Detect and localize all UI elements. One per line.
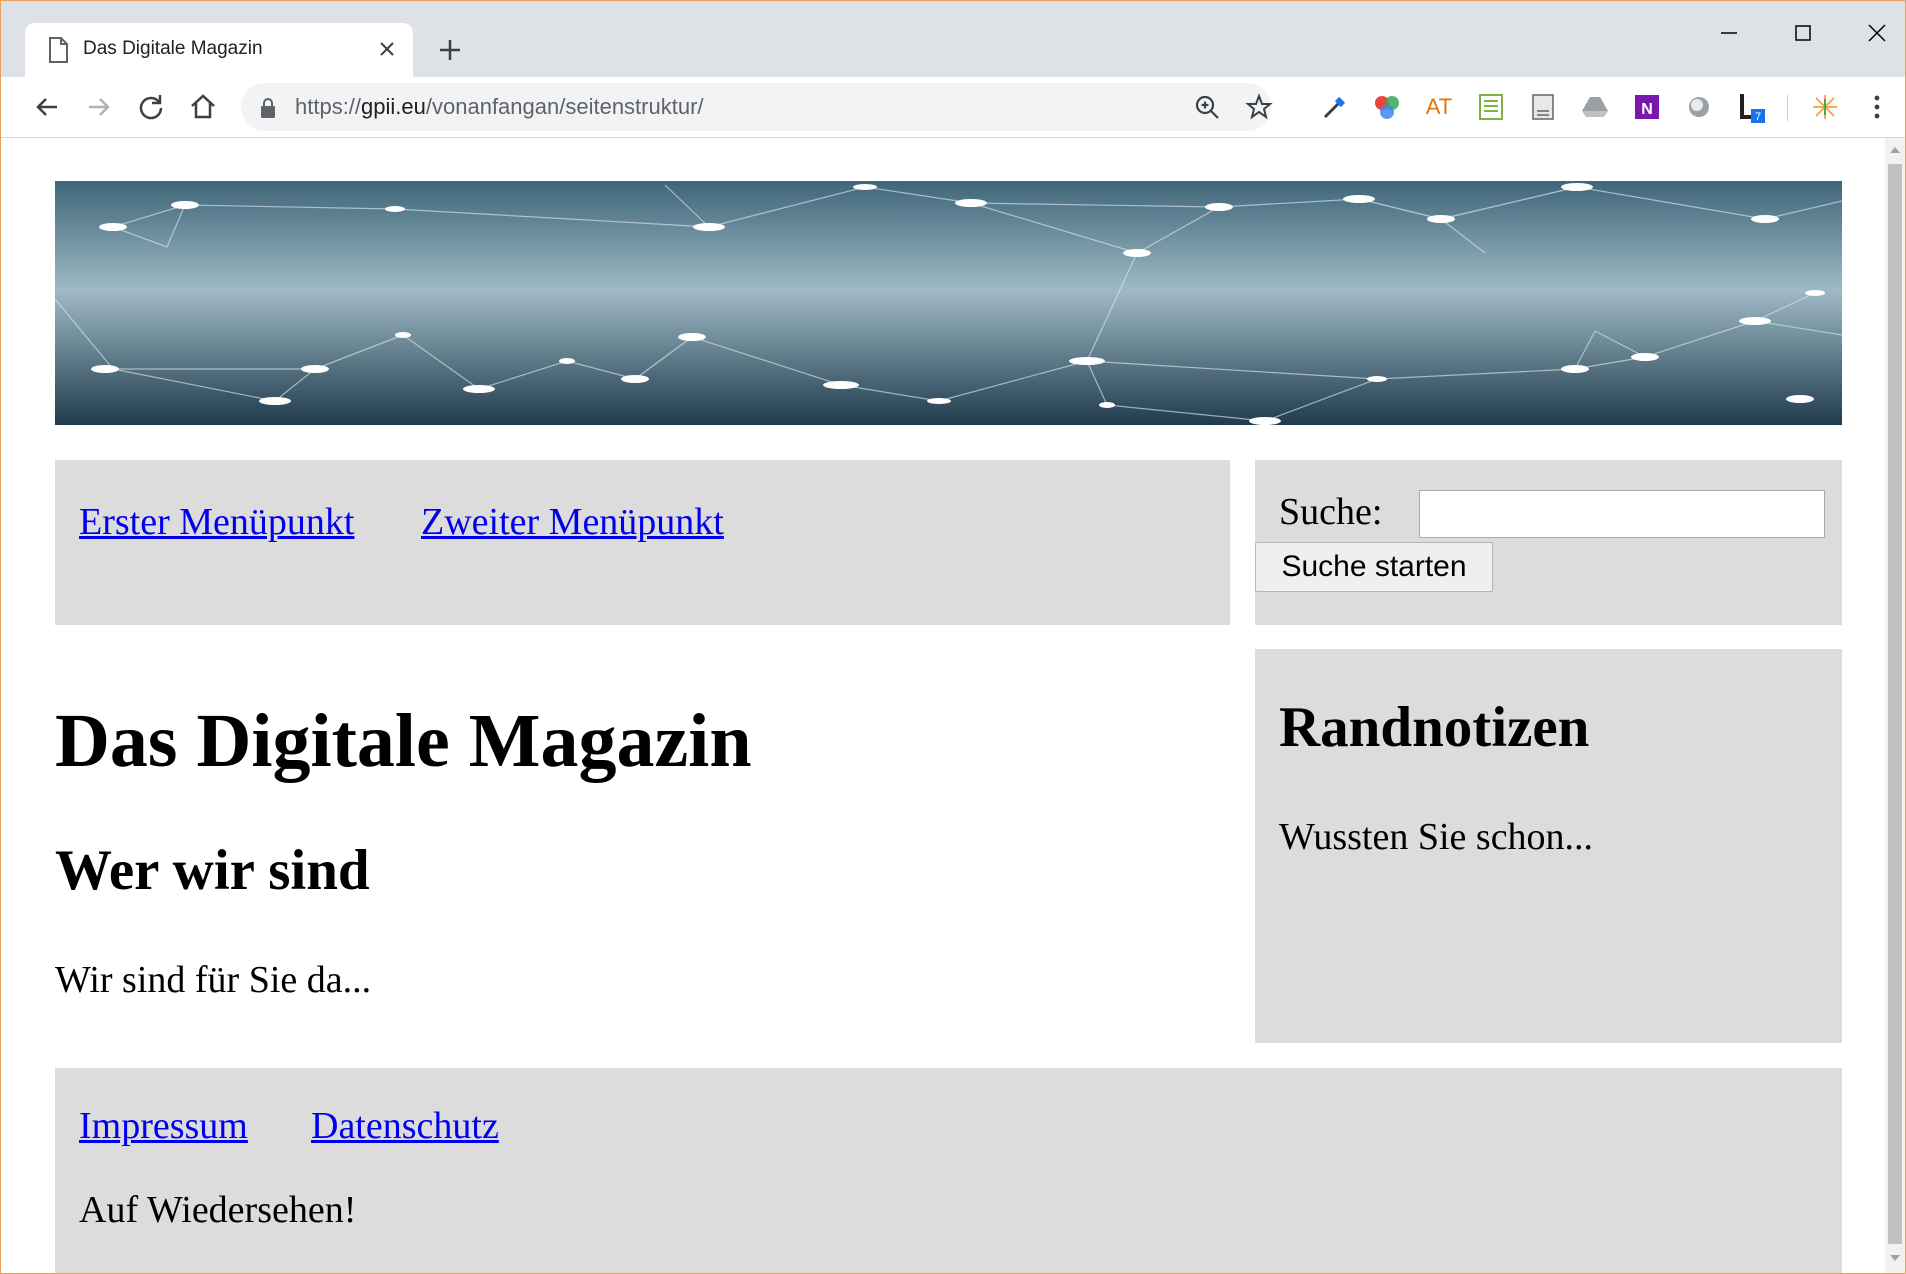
forward-icon[interactable]: [83, 91, 115, 123]
plus-icon[interactable]: [435, 35, 465, 65]
nav-link-erster-menuepunkt[interactable]: Erster Menüpunkt: [79, 500, 354, 544]
close-window-icon[interactable]: [1857, 15, 1897, 51]
minimize-icon[interactable]: [1709, 15, 1749, 51]
footer-link-datenschutz[interactable]: Datenschutz: [311, 1104, 499, 1148]
main-navigation: Erster Menüpunkt Zweiter Menüpunkt: [55, 460, 1230, 625]
document-icon: [49, 37, 68, 63]
header-banner: [55, 181, 1842, 425]
search-button[interactable]: Suche starten: [1255, 542, 1493, 592]
back-icon[interactable]: [31, 91, 63, 123]
circle-icon[interactable]: [1683, 91, 1715, 123]
page-viewport: Erster Menüpunkt Zweiter Menüpunkt Suche…: [1, 138, 1885, 1273]
scrollbar-thumb[interactable]: [1888, 164, 1902, 1244]
tab-title: Das Digitale Magazin: [83, 38, 263, 59]
more-menu-icon[interactable]: [1861, 91, 1893, 123]
lighthouse-icon[interactable]: 7: [1735, 91, 1767, 123]
url-text[interactable]: https://gpii.eu/vonanfangan/seitenstrukt…: [295, 94, 704, 120]
vertical-scrollbar[interactable]: [1885, 138, 1905, 1273]
drive-icon[interactable]: [1579, 91, 1611, 123]
search-input[interactable]: [1419, 490, 1825, 538]
lock-icon[interactable]: [259, 97, 277, 119]
tab-strip: Das Digitale Magazin: [1, 1, 1905, 77]
close-icon[interactable]: [375, 37, 399, 61]
section-heading: Wer wir sind: [55, 839, 370, 902]
footer-link-impressum[interactable]: Impressum: [79, 1104, 248, 1148]
address-bar[interactable]: https://gpii.eu/vonanfangan/seitenstrukt…: [241, 83, 1273, 131]
sidebar-notes: Randnotizen Wussten Sie schon...: [1255, 649, 1842, 1043]
section-text: Wir sind für Sie da...: [55, 959, 372, 1001]
sparkle-icon[interactable]: [1809, 91, 1841, 123]
maximize-icon[interactable]: [1783, 15, 1823, 51]
onenote-icon[interactable]: N: [1631, 91, 1663, 123]
color-wheel-icon[interactable]: [1371, 91, 1403, 123]
spreadsheet-icon[interactable]: [1475, 91, 1507, 123]
browser-toolbar: https://gpii.eu/vonanfangan/seitenstrukt…: [1, 77, 1905, 138]
nav-link-zweiter-menuepunkt[interactable]: Zweiter Menüpunkt: [421, 500, 724, 544]
reload-icon[interactable]: [135, 91, 167, 123]
footer-text: Auf Wiedersehen!: [79, 1189, 357, 1231]
search-box: Suche: Suche starten: [1255, 460, 1842, 625]
at-icon[interactable]: AT: [1423, 91, 1455, 123]
scroll-up-icon[interactable]: [1889, 144, 1901, 156]
star-icon[interactable]: [1245, 93, 1273, 121]
zoom-icon[interactable]: [1193, 93, 1221, 121]
home-icon[interactable]: [187, 91, 219, 123]
svg-text:N: N: [1641, 101, 1653, 118]
browser-window: Das Digitale Magazin https://gpii.eu/von…: [0, 0, 1906, 1274]
scroll-down-icon[interactable]: [1889, 1252, 1901, 1264]
search-label: Suche:: [1279, 491, 1383, 533]
browser-tab[interactable]: Das Digitale Magazin: [25, 23, 413, 77]
page-title: Das Digitale Magazin: [55, 699, 752, 783]
sidebar-title: Randnotizen: [1279, 696, 1590, 759]
svg-text:7: 7: [1755, 111, 1761, 123]
sidebar-text: Wussten Sie schon...: [1279, 816, 1594, 858]
page-footer: Impressum Datenschutz Auf Wiedersehen!: [55, 1068, 1842, 1273]
document-icon[interactable]: [1527, 91, 1559, 123]
toolbar-separator: [1787, 95, 1788, 121]
eyedropper-icon[interactable]: [1319, 91, 1351, 123]
